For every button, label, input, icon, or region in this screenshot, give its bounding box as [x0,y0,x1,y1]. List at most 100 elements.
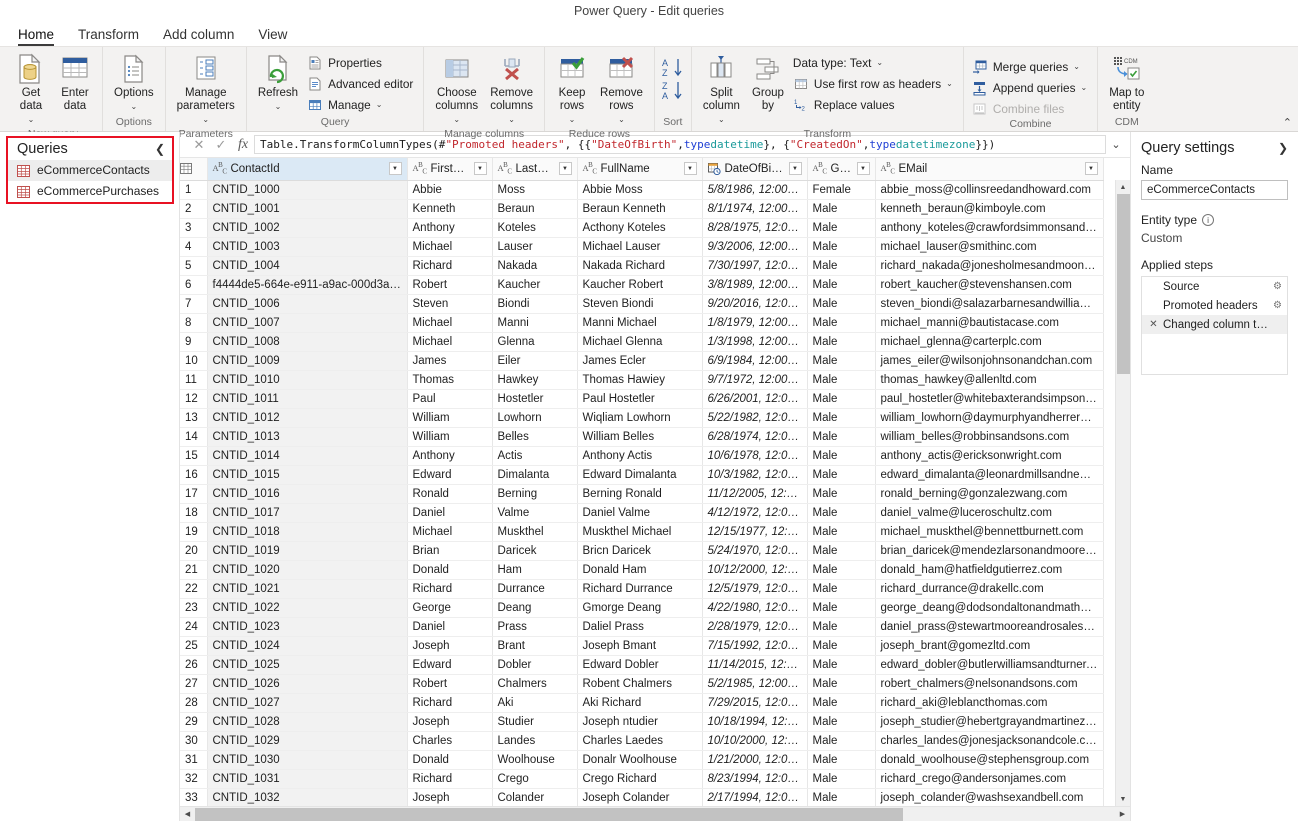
cell-gender[interactable]: Male [807,427,876,447]
remove-columns-button[interactable]: Remove columns ⌄ [485,51,538,128]
cell-gender[interactable]: Male [807,636,876,656]
table-row[interactable]: 4 CNTID_1003 Michael Lauser Michael Lauser 9/… [180,237,1104,257]
row-number[interactable]: 19 [180,522,208,542]
cell-firstname[interactable]: Edward [407,655,493,675]
table-row[interactable]: 3 CNTID_1002 Anthony Koteles Acthony Koteles… [180,218,1104,238]
cell-email[interactable]: steven_biondi@salazarbarnesandwilliams.c… [875,294,1104,314]
cell-email[interactable]: donald_ham@hatfieldgutierrez.com [875,560,1104,580]
cell-fullname[interactable]: Gmorge Deang [577,598,703,618]
column-header-email[interactable]: ABC EMail ▼ [875,158,1104,181]
cell-firstname[interactable]: Thomas [407,370,493,390]
row-number[interactable]: 6 [180,275,208,295]
cell-email[interactable]: robert_chalmers@nelsonandsons.com [875,674,1104,694]
horizontal-scroll-thumb[interactable] [195,807,904,821]
cell-email[interactable]: ronald_berning@gonzalezwang.com [875,484,1104,504]
cell-contactid[interactable]: CNTID_1024 [207,636,408,656]
sort-ascending-icon[interactable]: A Z [661,57,685,79]
cell-fullname[interactable]: Charles Laedes [577,731,703,751]
table-row[interactable]: 5 CNTID_1004 Richard Nakada Nakada Richard 7/… [180,256,1104,276]
cell-firstname[interactable]: Charles [407,731,493,751]
cell-dateofbirth[interactable]: 8/28/1975, 12:00:00 AM [702,218,808,238]
chevron-down-icon[interactable]: ⌄ [618,113,625,126]
cell-gender[interactable]: Male [807,750,876,770]
cell-email[interactable]: michael_glenna@carterplc.com [875,332,1104,352]
cell-firstname[interactable]: Richard [407,256,493,276]
table-row[interactable]: 19 CNTID_1018 Michael Muskthel Muskthel Mich… [180,522,1104,542]
cell-gender[interactable]: Male [807,237,876,257]
cell-fullname[interactable]: Bricn Daricek [577,541,703,561]
query-item-ecommercecontacts[interactable]: eCommerceContacts [8,160,172,181]
vertical-scrollbar[interactable]: ▲ ▼ [1115,180,1130,806]
row-number[interactable]: 28 [180,693,208,713]
table-row[interactable]: 27 CNTID_1026 Robert Chalmers Robent Chalmer… [180,674,1104,694]
cell-fullname[interactable]: Daniel Valme [577,503,703,523]
cell-contactid[interactable]: f4444de5-664e-e911-a9ac-000d3a2d57… [207,275,408,295]
choose-columns-button[interactable]: Choose columns ⌄ [430,51,483,128]
cell-gender[interactable]: Male [807,465,876,485]
cell-email[interactable]: thomas_hawkey@allenltd.com [875,370,1104,390]
cell-firstname[interactable]: William [407,408,493,428]
chevron-down-icon[interactable]: ⌄ [1073,59,1080,75]
table-row[interactable]: 26 CNTID_1025 Edward Dobler Edward Dobler 11/… [180,655,1104,675]
cell-lastname[interactable]: Durrance [492,579,578,599]
cell-firstname[interactable]: George [407,598,493,618]
chevron-down-icon[interactable]: ⌄ [1106,138,1126,151]
table-row[interactable]: 8 CNTID_1007 Michael Manni Manni Michael 1/8/… [180,313,1104,333]
table-row[interactable]: 16 CNTID_1015 Edward Dimalanta Edward Dimala… [180,465,1104,485]
cell-firstname[interactable]: Joseph [407,712,493,732]
cell-lastname[interactable]: Aki [492,693,578,713]
cell-fullname[interactable]: Michael Glenna [577,332,703,352]
cell-contactid[interactable]: CNTID_1019 [207,541,408,561]
table-row[interactable]: 17 CNTID_1016 Ronald Berning Berning Ronald 1… [180,484,1104,504]
row-number[interactable]: 8 [180,313,208,333]
cell-lastname[interactable]: Moss [492,180,578,200]
row-number[interactable]: 25 [180,636,208,656]
cell-gender[interactable]: Male [807,712,876,732]
vertical-scroll-thumb[interactable] [1117,194,1130,374]
cell-firstname[interactable]: Brian [407,541,493,561]
applied-step[interactable]: Source ⚙ [1142,277,1287,296]
cell-gender[interactable]: Male [807,693,876,713]
column-filter-button[interactable]: ▼ [856,162,870,176]
table-row[interactable]: 28 CNTID_1027 Richard Aki Aki Richard 7/29/20… [180,693,1104,713]
row-number[interactable]: 23 [180,598,208,618]
cell-firstname[interactable]: Michael [407,237,493,257]
cell-fullname[interactable]: Steven Biondi [577,294,703,314]
query-item-ecommercepurchases[interactable]: eCommercePurchases [8,181,172,202]
cell-dateofbirth[interactable]: 4/12/1972, 12:00:00 AM [702,503,808,523]
cell-dateofbirth[interactable]: 9/7/1972, 12:00:00 AM [702,370,808,390]
cell-gender[interactable]: Male [807,484,876,504]
row-number[interactable]: 12 [180,389,208,409]
cell-firstname[interactable]: Donald [407,750,493,770]
delete-step-icon[interactable]: ✕ [1148,319,1159,330]
cell-email[interactable]: donald_woolhouse@stephensgroup.com [875,750,1104,770]
chevron-down-icon[interactable]: ⌄ [508,113,515,126]
column-header-firstname[interactable]: ABCFirstName ▼ [407,158,493,181]
column-filter-button[interactable]: ▼ [473,162,487,176]
cell-fullname[interactable]: Abbie Moss [577,180,703,200]
cell-dateofbirth[interactable]: 12/5/1979, 12:00:00 AM [702,579,808,599]
table-row[interactable]: 30 CNTID_1029 Charles Landes Charles Laedes 1… [180,731,1104,751]
cell-fullname[interactable]: Muskthel Michael [577,522,703,542]
ribbon-tab-add-column[interactable]: Add column [155,27,250,46]
cell-dateofbirth[interactable]: 9/3/2006, 12:00:00 AM [702,237,808,257]
cell-firstname[interactable]: Robert [407,674,493,694]
cell-fullname[interactable]: Aki Richard [577,693,703,713]
cell-contactid[interactable]: CNTID_1004 [207,256,408,276]
cell-dateofbirth[interactable]: 1/3/1998, 12:00:00 AM [702,332,808,352]
row-number[interactable]: 3 [180,218,208,238]
select-all-corner[interactable] [180,158,208,181]
table-row[interactable]: 9 CNTID_1008 Michael Glenna Michael Glenna 1/… [180,332,1104,352]
keep-rows-button[interactable]: Keep rows ⌄ [551,51,593,128]
use-first-row-as-headers-button[interactable]: Use first row as headers ⌄ [791,75,957,93]
cell-lastname[interactable]: Daricek [492,541,578,561]
table-row[interactable]: 22 CNTID_1021 Richard Durrance Richard Durra… [180,579,1104,599]
cell-contactid[interactable]: CNTID_1032 [207,788,408,806]
cell-fullname[interactable]: Acthony Koteles [577,218,703,238]
cell-fullname[interactable]: Donalr Woolhouse [577,750,703,770]
enter-data-button[interactable]: Enter data [54,51,96,115]
row-number[interactable]: 14 [180,427,208,447]
cell-dateofbirth[interactable]: 6/28/1974, 12:00:00 AM [702,427,808,447]
row-number[interactable]: 24 [180,617,208,637]
table-row[interactable]: 31 CNTID_1030 Donald Woolhouse Donalr Woolho… [180,750,1104,770]
